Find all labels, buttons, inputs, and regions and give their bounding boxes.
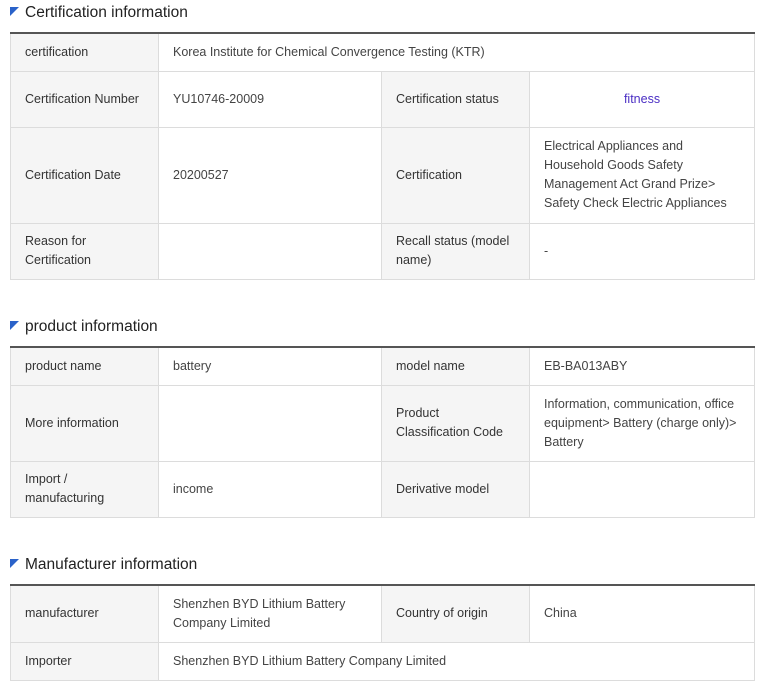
manufacturer-value: Shenzhen BYD Lithium Battery Company Lim…: [158, 584, 382, 643]
recall-value: -: [528, 222, 756, 280]
reason-value: [158, 222, 382, 280]
importer-value: Shenzhen BYD Lithium Battery Company Lim…: [158, 641, 755, 681]
cert-status-label: Certification status: [381, 70, 530, 128]
more-info-label: More information: [10, 384, 159, 462]
certification-table: certification Korea Institute for Chemic…: [10, 32, 756, 280]
classification-label: Product Classification Code: [381, 384, 530, 462]
table-row: Certification Number YU10746-20009 Certi…: [10, 70, 756, 128]
certification2-label: Certification: [381, 126, 530, 224]
reason-label: Reason for Certification: [10, 222, 159, 280]
table-row: manufacturer Shenzhen BYD Lithium Batter…: [10, 584, 755, 643]
product-section-title: product information: [10, 315, 158, 339]
certification-value: Korea Institute for Chemical Convergence…: [157, 32, 756, 72]
derivative-label: Derivative model: [381, 460, 530, 518]
classification-value: Information, communication, office equip…: [529, 384, 755, 462]
section-flag-icon: [10, 558, 19, 568]
product-name-value: battery: [158, 346, 382, 386]
country-value: China: [529, 584, 755, 643]
manufacturer-table: manufacturer Shenzhen BYD Lithium Batter…: [10, 584, 755, 681]
manufacturer-label: manufacturer: [10, 584, 159, 643]
country-label: Country of origin: [381, 584, 530, 643]
import-value: income: [158, 460, 382, 518]
section-flag-icon: [10, 320, 19, 330]
cert-number-label: Certification Number: [10, 70, 159, 128]
table-row: Import / manufacturing income Derivative…: [10, 460, 755, 518]
cert-date-label: Certification Date: [10, 126, 159, 224]
table-row: Reason for Certification Recall status (…: [10, 222, 756, 280]
cert-status-cell: fitness: [528, 70, 756, 128]
cert-status-link[interactable]: fitness: [624, 92, 660, 106]
table-row: Importer Shenzhen BYD Lithium Battery Co…: [10, 641, 755, 681]
certification-title-text: Certification information: [25, 4, 188, 21]
manufacturer-title-text: Manufacturer information: [25, 556, 198, 573]
cert-number-value: YU10746-20009: [158, 70, 382, 128]
import-label: Import / manufacturing: [10, 460, 159, 518]
table-row: product name battery model name EB-BA013…: [10, 346, 755, 386]
cert-date-value: 20200527: [158, 126, 382, 224]
certification-label: certification: [10, 32, 159, 72]
product-title-text: product information: [25, 318, 158, 335]
recall-label: Recall status (model name): [381, 222, 530, 280]
certification2-value: Electrical Appliances and Household Good…: [528, 126, 756, 224]
product-table: product name battery model name EB-BA013…: [10, 346, 755, 518]
product-name-label: product name: [10, 346, 159, 386]
importer-label: Importer: [10, 641, 159, 681]
table-row: Certification Date 20200527 Certificatio…: [10, 126, 756, 224]
table-row: certification Korea Institute for Chemic…: [10, 32, 756, 72]
model-name-label: model name: [381, 346, 530, 386]
model-name-value: EB-BA013ABY: [529, 346, 755, 386]
certification-section-title: Certification information: [10, 1, 188, 25]
more-info-value: [158, 384, 382, 462]
table-row: More information Product Classification …: [10, 384, 755, 462]
derivative-value: [529, 460, 755, 518]
section-flag-icon: [10, 6, 19, 16]
manufacturer-section-title: Manufacturer information: [10, 553, 197, 577]
